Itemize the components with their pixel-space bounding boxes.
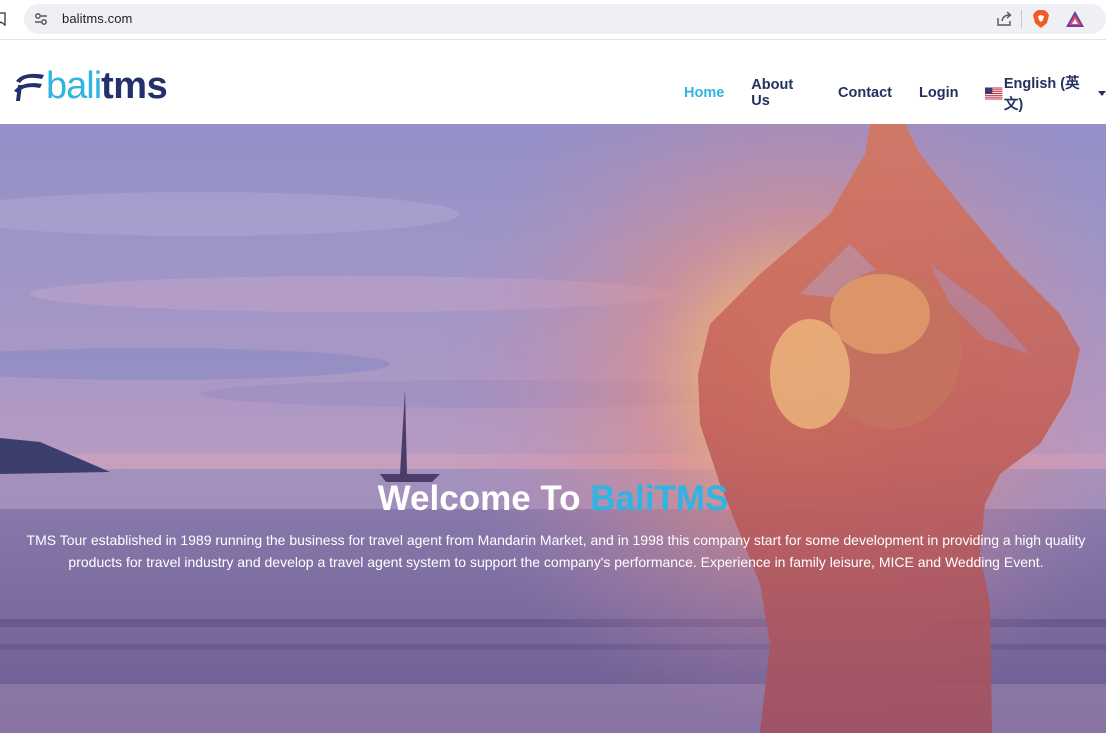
hero-title-prefix: Welcome To	[377, 479, 591, 518]
site-settings-icon[interactable]	[34, 12, 48, 26]
site-logo[interactable]: bali tms	[12, 65, 168, 107]
bookmark-icon[interactable]	[0, 12, 6, 26]
logo-mark-icon	[14, 73, 44, 101]
brave-rewards-icon[interactable]	[1065, 10, 1085, 28]
browser-toolbar: balitms.com	[0, 0, 1106, 40]
brave-shields-icon[interactable]	[1031, 9, 1051, 29]
hero-title: Welcome To BaliTMS	[0, 479, 1106, 519]
hero-title-accent: BaliTMS	[590, 479, 729, 518]
nav-about-link[interactable]: About Us	[751, 77, 811, 109]
main-nav: Home About Us Contact Login English (英文)	[684, 72, 1106, 114]
hero-banner: Welcome To BaliTMS TMS Tour established …	[0, 124, 1106, 733]
nav-home-link[interactable]: Home	[684, 85, 724, 101]
logo-text-tms: tms	[101, 65, 168, 107]
hero-description: TMS Tour established in 1989 running the…	[26, 532, 1086, 570]
site-header: bali tms Home About Us Contact Login Eng…	[0, 41, 1106, 124]
dropdown-caret-icon	[1098, 90, 1106, 96]
us-flag-icon	[985, 87, 1003, 99]
hero-background-image	[0, 124, 1106, 733]
address-bar[interactable]: balitms.com	[24, 4, 1106, 34]
language-label: English (英文)	[1003, 76, 1080, 113]
share-icon[interactable]	[995, 10, 1013, 28]
nav-contact-link[interactable]: Contact	[838, 85, 892, 101]
nav-login-link[interactable]: Login	[919, 85, 958, 101]
language-dropdown[interactable]: English (英文)	[985, 72, 1106, 114]
toolbar-separator	[1021, 10, 1022, 28]
url-text[interactable]: balitms.com	[62, 11, 132, 26]
logo-text-bali: bali	[46, 65, 102, 107]
